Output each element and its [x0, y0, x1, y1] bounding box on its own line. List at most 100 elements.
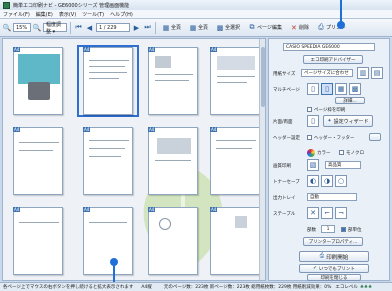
- header-detail-button[interactable]: [369, 133, 381, 141]
- figure-image: [217, 56, 255, 70]
- four-up-icon[interactable]: ▦: [335, 83, 347, 95]
- page-thumbnail[interactable]: A4: [148, 127, 198, 195]
- copies-label: 部数: [307, 228, 316, 233]
- always-print-button[interactable]: ✔ いつでもプリント: [299, 264, 369, 273]
- toner-save-label: トナーセーブ: [273, 180, 300, 185]
- wizard-icon: ✦: [327, 118, 332, 124]
- color-wheel-icon[interactable]: [307, 149, 315, 157]
- toner-save-icon[interactable]: ◑: [321, 175, 333, 187]
- page-thumbnail[interactable]: A4: [83, 127, 133, 195]
- zoom-field[interactable]: 15%: [13, 23, 31, 32]
- header-footer-label: ヘッダー・フッター: [314, 136, 355, 141]
- page-fit-icon[interactable]: ▥: [357, 67, 369, 79]
- mono-radio[interactable]: [339, 150, 344, 155]
- single-side-icon[interactable]: ▯: [307, 115, 319, 127]
- print-start-button[interactable]: ⎙ 印刷開始: [299, 251, 369, 262]
- text-line: [89, 148, 125, 149]
- staple-left-icon[interactable]: ⌐: [321, 207, 333, 219]
- page-thumbnail[interactable]: A4: [148, 207, 198, 275]
- page-size-tag: A4: [148, 207, 156, 212]
- header-footer-checkbox[interactable]: [307, 135, 312, 140]
- delete-button[interactable]: ✕ 削除: [287, 22, 312, 34]
- all-pages-button[interactable]: ▦ 全頁: [186, 22, 211, 34]
- thumbnail-area[interactable]: A4 A4 A4 A4 A4 A4 A4 A4 A4 A4 A4 A4: [2, 38, 266, 281]
- zoom-icon[interactable]: 🔍: [3, 24, 12, 32]
- page-thumbnail[interactable]: A4: [148, 47, 198, 115]
- menu-view[interactable]: 表示(V): [59, 11, 76, 18]
- printer-properties-button[interactable]: プリンタープロパティ...: [303, 237, 363, 246]
- output-tray-select[interactable]: 自動: [307, 193, 357, 201]
- page-shrink-icon[interactable]: ▤: [371, 67, 383, 79]
- menu-help[interactable]: ヘルプ(H): [110, 11, 133, 18]
- select-all-button[interactable]: ▩ 全選択: [213, 22, 243, 34]
- first-page-icon[interactable]: ⏮: [74, 23, 83, 32]
- pointer-dot-icon: [110, 258, 118, 266]
- text-line: [19, 222, 59, 223]
- printer-icon: ⎙: [318, 23, 324, 31]
- zoom-in-icon[interactable]: 🔍: [33, 24, 42, 32]
- menu-file[interactable]: ファイル(F): [3, 11, 30, 18]
- setting-wizard-button[interactable]: ✦ 設定ウィザード: [323, 115, 373, 127]
- page-thumbnail[interactable]: A4: [13, 127, 63, 195]
- toner-normal-icon[interactable]: ◐: [307, 175, 319, 187]
- detail-button[interactable]: 詳細...: [335, 97, 365, 104]
- collate-checkbox[interactable]: [341, 227, 346, 232]
- eight-up-icon[interactable]: ▩: [349, 83, 361, 95]
- text-line: [89, 66, 125, 67]
- page-thumbnail[interactable]: A4: [83, 207, 133, 275]
- page-size-tag: A4: [148, 47, 156, 52]
- page-icon: ▦: [162, 23, 170, 32]
- pointer-dot-icon: [337, 21, 345, 29]
- page-border-checkbox[interactable]: [307, 107, 312, 112]
- two-up-icon[interactable]: ▯: [321, 83, 333, 95]
- fit-select[interactable]: 幅度調整 ▾: [43, 22, 67, 35]
- text-line: [19, 150, 53, 151]
- paper-size-select[interactable]: ページサイズに合わせ: [301, 69, 353, 77]
- text-line: [217, 82, 247, 83]
- figure-image: [157, 138, 191, 154]
- page-size-tag: A4: [148, 127, 156, 132]
- quality-select[interactable]: 高品質: [325, 161, 361, 169]
- smiley-icon: [159, 218, 171, 230]
- status-paper: A4縦: [141, 285, 152, 290]
- page-thumbnail[interactable]: A4: [13, 207, 63, 275]
- page-number-field[interactable]: 1 / 229: [96, 23, 130, 32]
- next-page-icon[interactable]: ▶: [132, 23, 141, 32]
- page-thumbnail[interactable]: A4: [13, 47, 63, 115]
- vertical-scrollbar[interactable]: [259, 39, 265, 280]
- text-line: [89, 72, 127, 73]
- menu-edit[interactable]: 編集(E): [36, 11, 53, 18]
- print-settings-panel: CASIO SPEEDIA GE6000 エコ印刷アドバイザー 用紙サイズ ペー…: [268, 38, 390, 281]
- one-up-icon[interactable]: ▯: [307, 83, 319, 95]
- staple-none-icon[interactable]: ✕: [307, 207, 319, 219]
- copies-input[interactable]: 1: [321, 225, 335, 233]
- printer-image: [28, 82, 50, 100]
- text-line: [155, 80, 189, 81]
- pages-icon: ▦: [189, 23, 197, 32]
- text-line: [216, 148, 252, 149]
- last-page-icon[interactable]: ⏭: [143, 23, 152, 32]
- toner-eco-icon[interactable]: ○: [335, 175, 347, 187]
- close-print-button[interactable]: 印刷を閉じる: [307, 274, 361, 281]
- page-edit-button[interactable]: ⧉ ページ編集: [245, 22, 285, 34]
- window-title: 簡単エコ印刷ナビ - GE6000シリーズ 管理画面機能: [13, 2, 130, 9]
- staple-right-icon[interactable]: ¬: [335, 207, 347, 219]
- page-thumbnail[interactable]: A4: [210, 207, 260, 275]
- page-thumbnail[interactable]: A4: [210, 47, 260, 115]
- prev-page-icon[interactable]: ◀: [85, 23, 94, 32]
- page-size-tag: A4: [210, 47, 218, 52]
- mono-label: モノクロ: [346, 151, 364, 156]
- text-line: [155, 160, 191, 161]
- quality-icon[interactable]: ▧: [307, 159, 319, 171]
- full-page-button[interactable]: ▦ 全頁: [159, 22, 184, 34]
- eco-advisor-button[interactable]: エコ印刷アドバイザー: [303, 55, 363, 64]
- page-thumbnail[interactable]: A4: [210, 127, 260, 195]
- text-line: [155, 74, 193, 75]
- staple-label: ステープル: [273, 212, 296, 217]
- scrollbar-thumb[interactable]: [261, 47, 265, 107]
- menu-tools[interactable]: ツール(T): [82, 11, 104, 18]
- text-line: [89, 156, 121, 157]
- quality-label: 画質印刷: [273, 164, 291, 169]
- page-thumbnail[interactable]: A4: [83, 47, 133, 115]
- printer-select[interactable]: CASIO SPEEDIA GE6000: [283, 43, 375, 51]
